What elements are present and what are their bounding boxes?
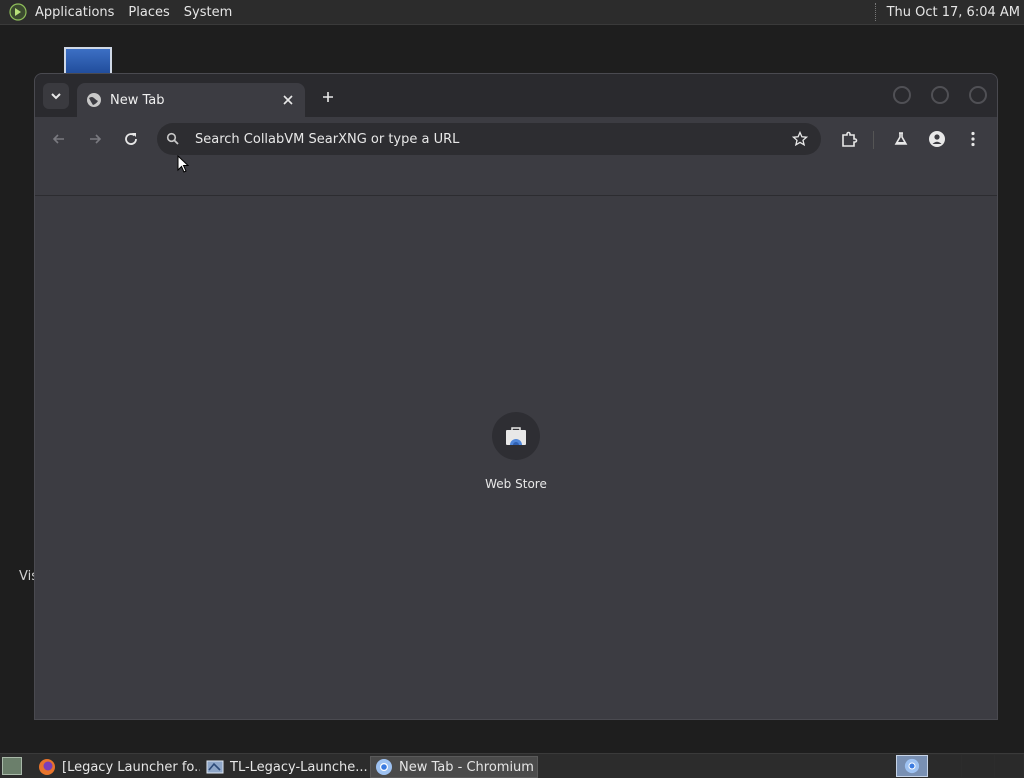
- puzzle-icon: [842, 131, 858, 147]
- taskbar-item[interactable]: TL-Legacy-Launche...: [202, 756, 368, 778]
- forward-button[interactable]: [81, 125, 109, 153]
- firefox-icon: [38, 758, 56, 776]
- chromium-icon: [375, 758, 393, 776]
- plus-icon: [323, 92, 333, 102]
- distro-logo-icon[interactable]: [8, 2, 28, 22]
- shortcut-label: Web Store: [485, 477, 547, 491]
- workspace-3[interactable]: [962, 755, 994, 777]
- bookmark-star-icon[interactable]: [791, 130, 809, 148]
- taskbar-item-active[interactable]: New Tab - Chromium: [370, 756, 538, 778]
- extensions-button[interactable]: [835, 125, 863, 153]
- arrow-left-icon: [52, 134, 64, 144]
- reload-icon: [125, 133, 137, 145]
- close-tab-icon[interactable]: [280, 92, 296, 108]
- tab-title: New Tab: [110, 92, 165, 108]
- address-bar[interactable]: Search CollabVM SearXNG or type a URL: [157, 123, 821, 155]
- flask-icon: [894, 132, 908, 145]
- shortcut-web-store[interactable]: Web Store: [476, 412, 556, 491]
- workspace-2[interactable]: [929, 755, 961, 777]
- app-window-icon: [206, 758, 224, 776]
- address-bar-placeholder: Search CollabVM SearXNG or type a URL: [195, 131, 460, 147]
- web-store-icon: [506, 427, 526, 445]
- top-panel: Applications Places System Thu Oct 17, 6…: [0, 0, 1024, 25]
- menu-button[interactable]: [959, 125, 987, 153]
- toolbar-divider: [873, 131, 874, 149]
- system-menu[interactable]: System: [177, 0, 239, 24]
- search-icon: [165, 131, 181, 147]
- taskbar-item-label: New Tab - Chromium: [399, 759, 534, 775]
- desktop-computer-icon[interactable]: [64, 47, 112, 75]
- chrome-labs-button[interactable]: [887, 125, 915, 153]
- taskbar-item-label: TL-Legacy-Launche...: [230, 759, 368, 775]
- tab-new-tab[interactable]: New Tab: [77, 83, 305, 117]
- back-button[interactable]: [45, 125, 73, 153]
- new-tab-page: Web Store: [35, 196, 997, 719]
- chromium-icon: [904, 758, 920, 774]
- maximize-button[interactable]: [931, 86, 949, 104]
- applications-menu[interactable]: Applications: [28, 0, 121, 24]
- reload-button[interactable]: [117, 125, 145, 153]
- workspace-1[interactable]: [896, 755, 928, 777]
- show-desktop-button[interactable]: [2, 757, 22, 775]
- close-window-button[interactable]: [969, 86, 987, 104]
- tab-strip: New Tab: [35, 74, 997, 117]
- profile-button[interactable]: [923, 125, 951, 153]
- shortcut-tile: [492, 412, 540, 460]
- arrow-right-icon: [90, 134, 102, 144]
- mouse-cursor-icon: [177, 155, 189, 173]
- chevron-down-icon: [51, 93, 61, 100]
- taskbar-item-label: [Legacy Launcher fo...: [62, 759, 200, 775]
- tab-search-button[interactable]: [43, 83, 69, 109]
- panel-handle: [874, 3, 879, 21]
- places-menu[interactable]: Places: [121, 0, 176, 24]
- globe-icon: [86, 92, 102, 108]
- minimize-button[interactable]: [893, 86, 911, 104]
- taskbar-item[interactable]: [Legacy Launcher fo...: [34, 756, 200, 778]
- new-tab-button[interactable]: [317, 86, 339, 108]
- avatar-icon: [929, 131, 945, 147]
- kebab-menu-icon: [971, 131, 975, 147]
- bottom-panel: [Legacy Launcher fo... TL-Legacy-Launche…: [0, 753, 1024, 778]
- clock[interactable]: Thu Oct 17, 6:04 AM: [887, 5, 1024, 20]
- workspace-4[interactable]: [995, 755, 1023, 777]
